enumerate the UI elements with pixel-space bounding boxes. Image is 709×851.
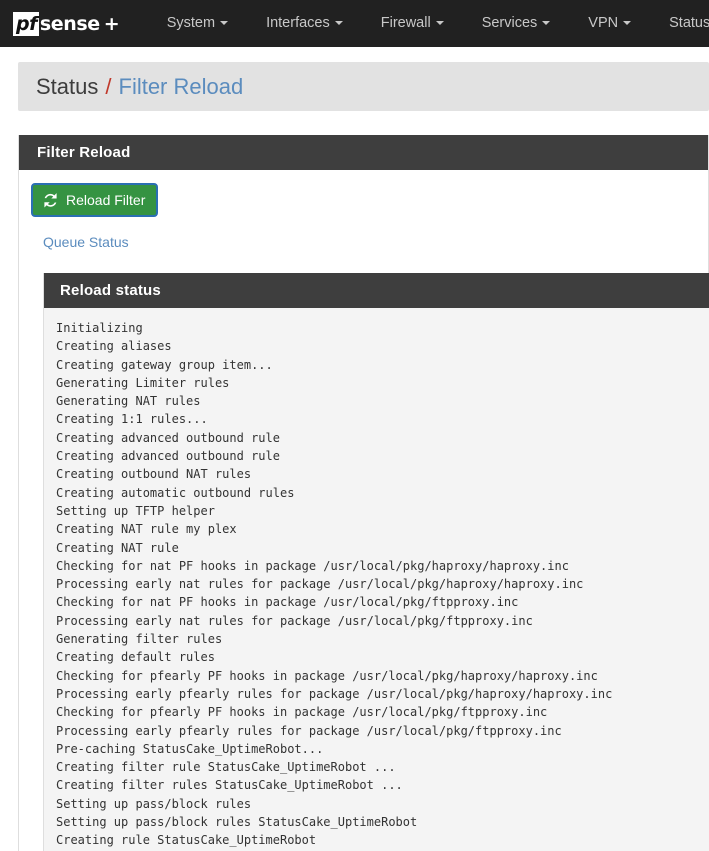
nav-label-status: Status (669, 15, 709, 31)
log-line: Generating Limiter rules (56, 375, 230, 390)
log-line: Creating NAT rule my plex (56, 522, 237, 537)
breadcrumb-separator: / (105, 73, 112, 99)
log-line: Pre-caching StatusCake_UptimeRobot... (56, 741, 324, 756)
chevron-down-icon (623, 21, 632, 26)
log-line: Setting up pass/block rules (56, 796, 252, 811)
nav-item-interfaces[interactable]: Interfaces (247, 0, 362, 47)
log-line: Setting up pass/block rules StatusCake_U… (56, 815, 418, 830)
nav-item-firewall[interactable]: Firewall (362, 0, 463, 47)
log-line: Processing early nat rules for package /… (56, 613, 533, 628)
log-line: Generating NAT rules (56, 394, 201, 409)
log-line: Creating advanced outbound rule (56, 449, 280, 464)
nav-label-services: Services (481, 15, 538, 31)
nav-label-vpn: VPN (588, 15, 619, 31)
nav-item-system[interactable]: System (148, 0, 247, 47)
reload-filter-button-label: Reload Filter (66, 191, 146, 208)
chevron-down-icon (435, 21, 444, 26)
logo-sense-text: sense (39, 12, 100, 35)
log-line: Creating rule StatusCake_UptimeRobot (56, 833, 317, 848)
log-line: Initializing (56, 321, 143, 335)
logo-pf-mark: pf (13, 11, 39, 36)
breadcrumb: Status / Filter Reload (18, 62, 709, 111)
breadcrumb-current[interactable]: Filter Reload (119, 74, 244, 100)
log-line: Creating 1:1 rules... (56, 412, 208, 427)
log-line: Checking for nat PF hooks in package /us… (56, 558, 569, 573)
breadcrumb-parent: Status (36, 73, 99, 99)
reload-status-log: Initializing Creating aliases Creating gat… (44, 308, 709, 851)
log-line: Creating outbound NAT rules (56, 467, 252, 482)
redo-icon (42, 191, 59, 208)
chevron-down-icon (542, 21, 551, 26)
nav-label-firewall: Firewall (380, 15, 431, 31)
nav-label-system: System (166, 15, 216, 31)
reload-filter-button[interactable]: Reload Filter (31, 183, 159, 217)
reload-status-panel: Reload status Initializing Creating alias… (43, 273, 709, 851)
nav-label-interfaces: Interfaces (266, 15, 330, 31)
navbar-menu: System Interfaces Firewall Services VPN … (148, 0, 709, 47)
log-line: Creating automatic outbound rules (56, 485, 295, 500)
logo-plus-text: + (103, 12, 120, 35)
filter-reload-panel-title: Filter Reload (19, 135, 708, 170)
log-line: Creating NAT rule (56, 540, 179, 555)
chevron-down-icon (334, 21, 343, 26)
log-line: Generating filter rules (56, 632, 223, 647)
chevron-down-icon (220, 21, 229, 26)
log-line: Processing early pfearly rules for packa… (56, 686, 613, 701)
queue-status-link[interactable]: Queue Status (43, 234, 129, 250)
log-line: Creating gateway group item... (56, 357, 273, 372)
log-line: Processing early nat rules for package /… (56, 577, 584, 592)
top-navbar: pf sense + System Interfaces Firewall Serv… (0, 0, 709, 47)
log-line: Checking for nat PF hooks in package /us… (56, 595, 519, 610)
nav-item-services[interactable]: Services (463, 0, 570, 47)
reload-status-panel-title: Reload status (44, 273, 709, 308)
queue-status-container: Queue Status (31, 217, 694, 255)
nav-item-status[interactable]: Status (650, 0, 709, 47)
log-line: Creating aliases (56, 339, 172, 354)
log-line: Creating filter rules StatusCake_UptimeR… (56, 778, 403, 793)
nav-item-vpn[interactable]: VPN (569, 0, 650, 47)
pfsense-logo[interactable]: pf sense + (13, 0, 120, 47)
log-line: Processing early pfearly rules for packa… (56, 723, 562, 738)
log-line: Setting up TFTP helper (56, 503, 215, 518)
breadcrumb-container: Status / Filter Reload (0, 47, 709, 111)
log-line: Creating default rules (56, 650, 215, 665)
filter-reload-panel-body: Reload Filter Queue Status Reload status… (19, 170, 709, 851)
log-line: Checking for pfearly PF hooks in package… (56, 668, 598, 683)
filter-reload-panel: Filter Reload Reload Filter Queue Status… (18, 135, 709, 851)
log-line: Checking for pfearly PF hooks in package… (56, 705, 548, 720)
log-line: Creating filter rule StatusCake_UptimeRo… (56, 760, 396, 775)
log-line: Creating advanced outbound rule (56, 430, 280, 445)
